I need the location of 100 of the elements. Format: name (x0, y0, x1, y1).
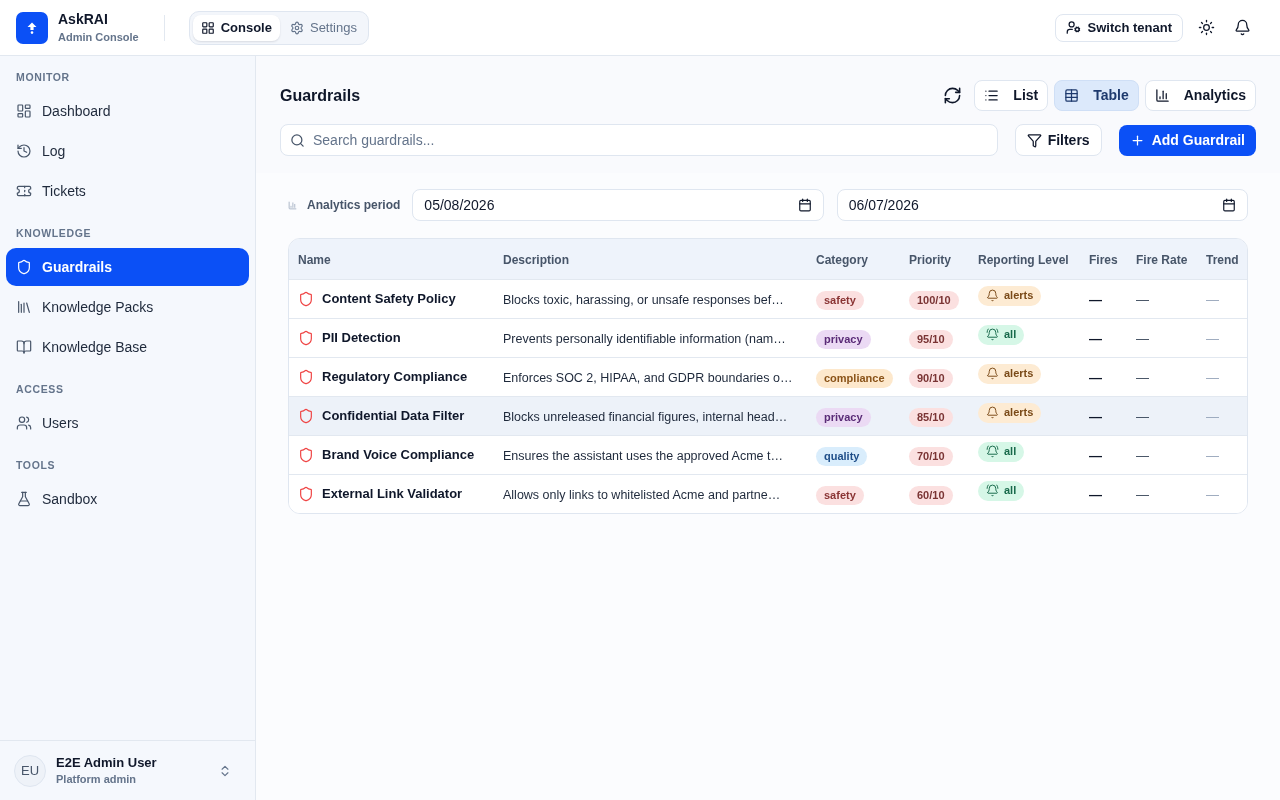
column-header: Description (503, 253, 569, 267)
fire-rate-value: — (1136, 448, 1149, 463)
fires-value: — (1089, 409, 1102, 424)
plus-icon (1129, 132, 1145, 148)
calendar-icon[interactable] (797, 198, 812, 212)
fires-value: — (1089, 331, 1102, 346)
category-tag: privacy (816, 329, 871, 349)
trend-value: — (1206, 331, 1219, 346)
column-header: Trend (1206, 253, 1239, 267)
guardrail-name: Brand Voice Compliance (322, 446, 475, 465)
ticket-icon (16, 183, 32, 199)
reporting-tag: alerts (978, 363, 1042, 384)
section-heading: TOOLS (15, 458, 57, 474)
table-row[interactable]: External Link Validator Allows only links to whitelisted Acme and partne… safety 60/10 all — — — (289, 474, 1247, 513)
shield-icon (298, 447, 314, 463)
sidebar-item[interactable]: Knowledge Base (6, 328, 249, 366)
refresh-icon[interactable] (942, 86, 962, 105)
grid-icon (200, 20, 215, 35)
category-tag: quality (816, 446, 868, 466)
mode-tab[interactable]: Settings (281, 14, 365, 41)
history-icon (16, 143, 32, 159)
ringing-bell-icon (986, 445, 999, 458)
sidebar-item[interactable]: Dashboard (6, 92, 249, 130)
shield-icon (298, 486, 314, 502)
description-text: Prevents personally identifiable information (nam… (503, 332, 786, 346)
date-field[interactable]: 05/08/2026 (412, 189, 824, 221)
column-header: Name (298, 253, 331, 267)
bell-icon (986, 406, 999, 419)
bar-chart-icon (1154, 88, 1170, 103)
ringing-bell-icon (986, 328, 999, 341)
shield-icon (298, 408, 314, 424)
sidebar-item[interactable]: Knowledge Packs (6, 288, 249, 326)
view-toggle[interactable]: Table (1054, 80, 1139, 111)
shield-icon (298, 330, 314, 346)
funnel-icon (1026, 132, 1042, 148)
reporting-tag: all (978, 480, 1025, 501)
priority-tag: 100/10 (909, 290, 959, 310)
priority-tag: 95/10 (909, 329, 953, 349)
trend-value: — (1206, 292, 1219, 307)
fire-rate-value: — (1136, 487, 1149, 502)
flask-icon (16, 491, 32, 507)
table-icon (1064, 88, 1080, 103)
description-text: Blocks unreleased financial figures, internal head… (503, 410, 788, 424)
user-name: E2E Admin User (56, 755, 158, 771)
sidebar-item[interactable]: Users (6, 404, 249, 442)
section-heading: KNOWLEDGE (15, 226, 93, 242)
reporting-tag: alerts (978, 402, 1042, 423)
reporting-tag: all (978, 324, 1025, 345)
sidebar-item[interactable]: Sandbox (6, 480, 249, 518)
calendar-icon[interactable] (1222, 198, 1236, 212)
page-title: Guardrails (280, 85, 361, 106)
add-guardrail-button[interactable]: Add Guardrail (1118, 124, 1256, 156)
view-toggle[interactable]: List (974, 80, 1049, 111)
priority-tag: 60/10 (909, 485, 953, 505)
category-tag: safety (816, 485, 864, 505)
user-avatar: EU (14, 754, 46, 787)
column-header: Fires (1089, 253, 1118, 267)
search-icon (290, 132, 305, 148)
description-text: Blocks toxic, harassing, or unsafe responses bef… (503, 293, 784, 307)
user-role: Platform admin (56, 772, 138, 786)
list-icon (984, 88, 1000, 103)
notifications-icon[interactable] (1233, 19, 1251, 36)
reporting-tag: alerts (978, 285, 1042, 306)
fire-rate-value: — (1136, 370, 1149, 385)
shield-icon (298, 369, 314, 385)
category-tag: privacy (816, 407, 871, 427)
table-row[interactable]: Confidential Data Filter Blocks unreleased financial figures, internal head… privacy 85/10 alerts — — — (289, 396, 1247, 435)
sidebar-item[interactable]: Log (6, 132, 249, 170)
trend-value: — (1206, 370, 1219, 385)
chart-icon (288, 200, 297, 210)
bell-icon (986, 289, 999, 302)
app-name: AskRAI (58, 11, 109, 28)
sun-icon[interactable] (1197, 19, 1215, 36)
book-icon (16, 339, 32, 355)
column-header: Reporting Level (978, 253, 1069, 267)
fires-value: — (1089, 292, 1102, 307)
guardrail-name: Content Safety Policy (322, 290, 456, 309)
switch-tenant-button[interactable]: Switch tenant (1055, 13, 1183, 42)
column-header: Priority (909, 253, 951, 267)
view-toggle[interactable]: Analytics (1144, 80, 1256, 111)
guardrail-name: External Link Validator (322, 485, 463, 504)
search-field[interactable]: Search guardrails... (280, 124, 998, 156)
date-field[interactable]: 06/07/2026 (836, 189, 1248, 221)
sidebar-item[interactable]: Guardrails (6, 248, 249, 286)
fire-rate-value: — (1136, 409, 1149, 424)
library-icon (16, 299, 32, 315)
filters-button[interactable]: Filters (1014, 124, 1102, 156)
fires-value: — (1089, 370, 1102, 385)
column-header: Category (816, 253, 868, 267)
bell-icon (986, 367, 999, 380)
description-text: Ensures the assistant uses the approved Acme t… (503, 449, 783, 463)
guardrail-name: PII Detection (322, 329, 401, 348)
priority-tag: 90/10 (909, 368, 953, 388)
mode-tab[interactable]: Console (192, 14, 280, 41)
sidebar-item[interactable]: Tickets (6, 172, 249, 210)
users-icon (16, 415, 32, 431)
section-heading: MONITOR (15, 70, 71, 86)
dashboard-icon (16, 103, 32, 119)
fire-rate-value: — (1136, 292, 1149, 307)
column-header: Fire Rate (1136, 253, 1188, 267)
